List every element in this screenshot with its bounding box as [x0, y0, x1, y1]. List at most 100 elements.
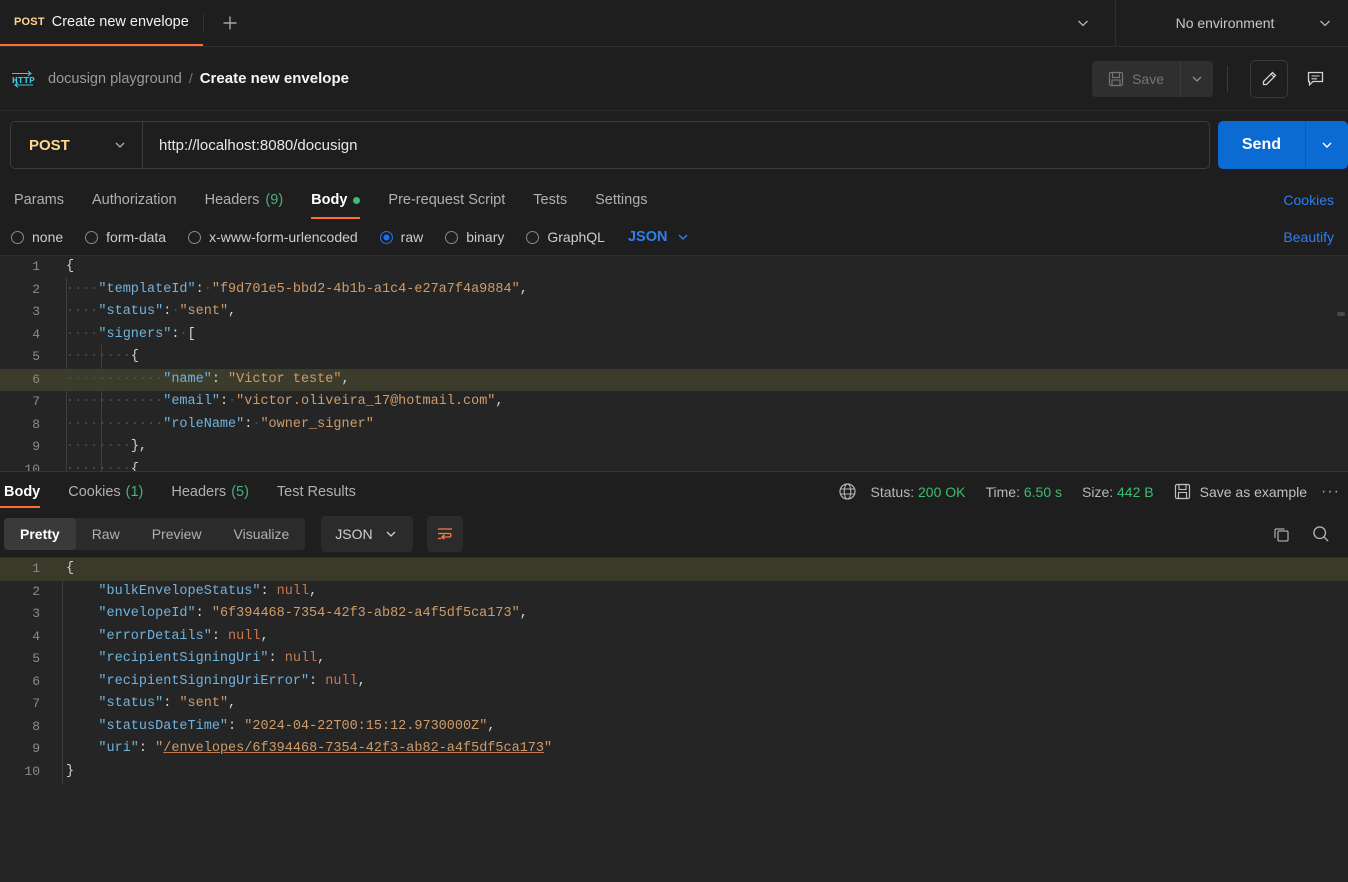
status-label: Status: [870, 483, 915, 500]
line-content: } [66, 763, 75, 779]
body-type-form-data[interactable]: form-data [74, 229, 177, 245]
code-line: 8 "statusDateTime": "2024-04-22T00:15:12… [0, 716, 1348, 739]
beautify-link[interactable]: Beautify [1283, 229, 1334, 245]
comment-button[interactable] [1296, 60, 1334, 98]
tab-headers-count: (9) [265, 192, 284, 208]
response-more-options-button[interactable]: ··· [1321, 483, 1340, 501]
body-format-selector[interactable]: JSON [616, 229, 692, 245]
response-view-pretty[interactable]: Pretty [4, 518, 76, 559]
line-number: 4 [32, 628, 40, 644]
request-tab-method: POST [14, 16, 45, 28]
response-toolbar-actions [1264, 517, 1338, 551]
line-content: ········{ [66, 349, 139, 364]
send-button[interactable]: Send [1217, 121, 1306, 169]
status-metric: Status: 200 OK [871, 484, 966, 500]
page-title: Create new envelope [199, 70, 349, 87]
radio-icon [188, 230, 202, 244]
tab-pre-request-script-label: Pre-request Script [388, 192, 506, 208]
chevron-down-icon [386, 531, 396, 537]
save-as-example-label: Save as example [1199, 483, 1308, 500]
response-tab-test-results[interactable]: Test Results [263, 472, 370, 512]
body-type-binary[interactable]: binary [434, 229, 515, 245]
response-body-editor[interactable]: 1 { 2 "bulkEnvelopeStatus": null, 3 "env… [0, 557, 1348, 882]
body-type-none[interactable]: none [0, 229, 74, 245]
tab-headers[interactable]: Headers (9) [191, 181, 298, 219]
chevron-down-icon [678, 234, 688, 240]
response-tab-cookies-count: (1) [125, 483, 144, 500]
tab-body[interactable]: Body [297, 181, 374, 219]
tab-tests[interactable]: Tests [519, 181, 581, 219]
search-icon [1313, 526, 1329, 542]
code-line: 1 { [0, 256, 1348, 279]
response-view-preview[interactable]: Preview [136, 518, 218, 550]
word-wrap-button[interactable] [426, 516, 463, 552]
body-type-raw[interactable]: raw [369, 229, 435, 245]
radio-icon [526, 230, 540, 244]
code-line: 7 "status": "sent", [0, 693, 1348, 716]
body-type-form-data-label: form-data [106, 229, 167, 245]
body-type-urlencoded[interactable]: x-www-form-urlencoded [177, 229, 369, 245]
save-button-label: Save [1132, 70, 1164, 87]
code-line: 5 "recipientSigningUri": null, [0, 648, 1348, 671]
edit-request-button[interactable] [1250, 59, 1288, 98]
tab-authorization[interactable]: Authorization [78, 181, 191, 219]
copy-button[interactable] [1264, 517, 1298, 551]
status-value: 200 OK [918, 483, 966, 500]
save-button[interactable]: Save [1092, 60, 1181, 97]
response-view-visualize[interactable]: Visualize [218, 518, 306, 550]
breadcrumb-separator: / [188, 70, 193, 86]
chevron-down-icon [115, 142, 125, 148]
save-options-button[interactable] [1181, 60, 1213, 97]
send-button-group: Send [1217, 121, 1348, 169]
response-view-raw[interactable]: Raw [76, 518, 136, 550]
response-tab-cookies[interactable]: Cookies (1) [54, 472, 157, 512]
body-type-none-label: none [32, 229, 64, 245]
tab-pre-request-script[interactable]: Pre-request Script [374, 181, 519, 219]
tab-list-dropdown-button[interactable] [1050, 0, 1116, 46]
response-format-selector[interactable]: JSON [321, 516, 413, 552]
line-content: ············"email":·"victor.oliveira_17… [66, 394, 504, 409]
word-wrap-icon [437, 528, 452, 540]
plus-icon [223, 16, 237, 30]
response-tab-body[interactable]: Body [0, 472, 54, 512]
code-line: 10 ········{ [0, 459, 1348, 472]
line-content: ············"name": "Victor teste", [66, 371, 350, 387]
response-tab-headers[interactable]: Headers (5) [157, 472, 263, 512]
save-as-example-button[interactable]: Save as example [1174, 483, 1307, 500]
code-line: 6 "recipientSigningUriError": null, [0, 671, 1348, 694]
tab-settings[interactable]: Settings [581, 181, 661, 219]
method-selector[interactable]: POST [11, 122, 143, 168]
breadcrumb: docusign playground / Create new envelop… [48, 70, 349, 87]
send-options-button[interactable] [1306, 121, 1348, 169]
line-content: "errorDetails": null, [98, 628, 269, 644]
request-tab-create-new-envelope[interactable]: POST Create new envelope [0, 0, 203, 46]
request-editor-scrollbar[interactable] [1337, 260, 1345, 461]
cookies-link[interactable]: Cookies [1283, 192, 1334, 208]
code-line: 2 ····"templateId":·"f9d701e5-bbd2-4b1b-… [0, 279, 1348, 302]
request-body-editor[interactable]: 1 { 2 ····"templateId":·"f9d701e5-bbd2-4… [0, 255, 1348, 471]
tab-authorization-label: Authorization [91, 192, 177, 208]
new-tab-button[interactable] [204, 0, 256, 46]
comment-icon [1307, 71, 1323, 87]
search-button[interactable] [1304, 517, 1338, 551]
tab-params[interactable]: Params [0, 181, 78, 219]
breadcrumb-collection[interactable]: docusign playground [48, 71, 182, 87]
line-number: 5 [32, 651, 40, 666]
response-tab-headers-label: Headers [171, 483, 227, 500]
response-editor-scrollbar[interactable] [1337, 562, 1345, 876]
line-content: "status": "sent", [98, 696, 237, 711]
tab-bar: POST Create new envelope No environment [0, 0, 1348, 47]
body-type-graphql[interactable]: GraphQL [515, 229, 616, 245]
pencil-icon [1262, 71, 1276, 86]
url-input[interactable]: http://localhost:8080/docusign [143, 137, 357, 154]
tab-params-label: Params [14, 192, 64, 208]
code-line: 8 ············"roleName":·"owner_signer" [0, 414, 1348, 437]
size-value: 442 B [1117, 483, 1154, 500]
response-format-label: JSON [335, 526, 373, 542]
code-line-active: 6 ············"name": "Victor teste", [0, 368, 1348, 391]
radio-icon [85, 230, 99, 244]
response-view-preview-label: Preview [151, 526, 202, 542]
environment-selector[interactable]: No environment [1116, 0, 1348, 46]
header-divider [1227, 65, 1228, 92]
request-tabs: Params Authorization Headers (9) Body Pr… [0, 181, 1348, 219]
